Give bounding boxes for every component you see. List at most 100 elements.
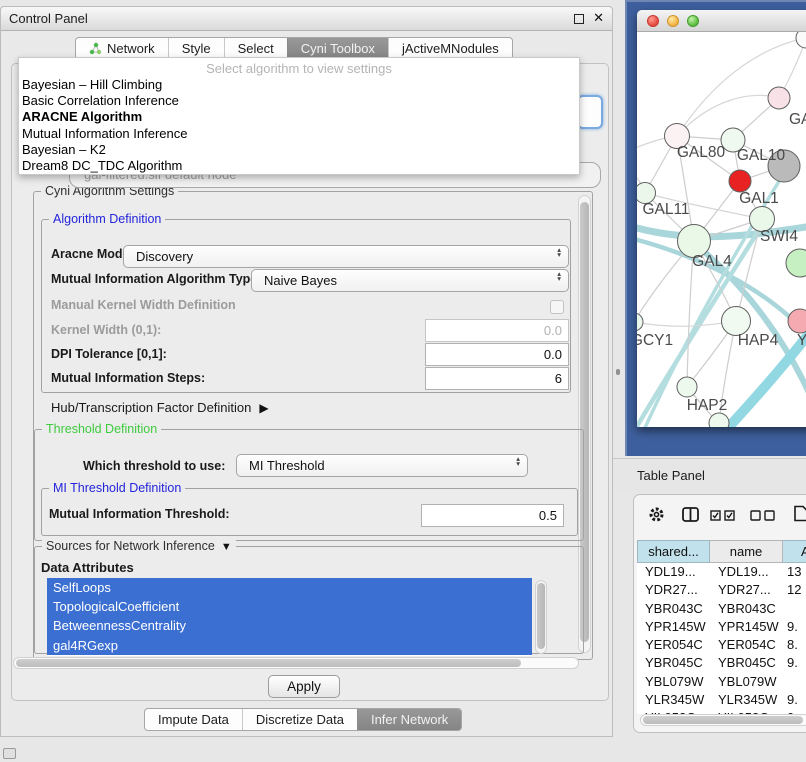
algorithm-popup-item[interactable]: Mutual Information Inference [19, 126, 579, 142]
data-attribute-item[interactable]: gal4RGexp [47, 636, 532, 655]
zoom-traffic-light-icon[interactable] [687, 15, 699, 27]
node-table-rows[interactable]: YDL19...YDL19...13YDR27...YDR27...12YBR0… [637, 563, 806, 714]
network-window-titlebar[interactable] [637, 10, 806, 32]
settings-hscrollbar[interactable] [13, 657, 579, 669]
algorithm-popup-item[interactable]: Bayesian – K2 [19, 142, 579, 158]
control-panel-titlebar[interactable]: Control Panel ✕ [1, 7, 612, 31]
show-columns-icon[interactable] [681, 506, 700, 526]
network-node[interactable] [796, 32, 806, 48]
table-row[interactable]: YBR043CYBR043C [637, 600, 806, 618]
table-cell[interactable]: 9. [783, 691, 806, 709]
sources-group-title[interactable]: Sources for Network Inference▼ [42, 539, 236, 553]
algorithm-popup-item[interactable]: Bayesian – Hill Climbing [19, 77, 579, 93]
table-cell[interactable] [783, 600, 806, 618]
table-cell[interactable]: YLR345W [710, 691, 783, 709]
inference-algorithm-combo-fragment[interactable] [577, 95, 603, 129]
table-cell[interactable]: YDR27... [637, 581, 710, 599]
table-row[interactable]: YLR345WYLR345W9. [637, 691, 806, 709]
table-row[interactable]: YBL079WYBL079W [637, 673, 806, 691]
table-cell[interactable]: YBR043C [637, 600, 710, 618]
table-cell[interactable]: 9. [783, 654, 806, 672]
manual-kernel-checkbox[interactable] [550, 300, 564, 314]
kernel-width-field[interactable]: 0.0 [425, 319, 569, 342]
algorithm-popup-item[interactable]: Dream8 DC_TDC Algorithm [19, 158, 579, 174]
table-cell[interactable]: YBL079W [637, 673, 710, 691]
table-row[interactable]: YPR145WYPR145W9. [637, 618, 806, 636]
table-cell[interactable]: YLR345W [637, 691, 710, 709]
network-canvas[interactable]: GALGAL80GAL10GAL1GAL11SWI4GAL4GCY1HAP4YH… [637, 32, 806, 427]
minimize-traffic-light-icon[interactable] [667, 15, 679, 27]
table-cell[interactable]: YBR043C [710, 600, 783, 618]
apply-button[interactable]: Apply [268, 675, 340, 698]
data-attributes-list[interactable]: SelfLoopsTopologicalCoefficientBetweenne… [47, 578, 532, 656]
tab-jactivemnodules[interactable]: jActiveMNodules [388, 38, 512, 59]
minimized-panel-icon[interactable] [3, 748, 16, 759]
table-cell[interactable]: YPR145W [710, 618, 783, 636]
tab-select[interactable]: Select [224, 38, 287, 59]
table-row[interactable]: YDL19...YDL19...13 [637, 563, 806, 581]
table-cell[interactable]: YDL19... [637, 563, 710, 581]
algorithm-popup-header: Select algorithm to view settings [19, 58, 579, 77]
table-cell[interactable]: YER054C [637, 636, 710, 654]
network-node[interactable] [637, 313, 643, 331]
table-row[interactable]: YBR045CYBR045C9. [637, 654, 806, 672]
close-icon[interactable]: ✕ [593, 10, 604, 26]
dpi-tolerance-field[interactable]: 0.0 [425, 343, 569, 366]
tab-cyni-toolbox[interactable]: Cyni Toolbox [287, 38, 388, 59]
select-all-checkboxes-icon[interactable] [710, 510, 737, 525]
network-node[interactable] [677, 377, 697, 397]
tab-infer-network[interactable]: Infer Network [357, 709, 461, 730]
table-cell[interactable]: YBR045C [710, 654, 783, 672]
deselect-all-checkboxes-icon[interactable] [750, 510, 777, 525]
table-cell[interactable]: YPR145W [637, 618, 710, 636]
tab-discretize-data[interactable]: Discretize Data [242, 709, 357, 730]
table-settings-gear-icon[interactable] [648, 506, 665, 526]
aracne-mode-combo[interactable]: Discovery ▴▾ [123, 245, 569, 268]
which-threshold-combo[interactable]: MI Threshold ▴▾ [236, 454, 528, 477]
table-cell[interactable]: YBL079W [710, 673, 783, 691]
mi-threshold-field[interactable]: 0.5 [421, 504, 564, 527]
table-hscrollbar[interactable] [640, 714, 806, 726]
data-attribute-item[interactable]: TopologicalCoefficient [47, 597, 532, 616]
column-header-name[interactable]: name [710, 540, 783, 563]
data-attribute-item[interactable]: SelfLoops [47, 578, 532, 597]
export-table-icon[interactable] [793, 505, 806, 525]
hub-tf-definition-toggle[interactable]: Hub/Transcription Factor Definition▶ [51, 400, 269, 415]
mi-type-combo[interactable]: Naive Bayes ▴▾ [251, 269, 569, 292]
column-header-shared-name[interactable]: shared... [637, 540, 710, 563]
table-cell[interactable]: 12 [783, 581, 806, 599]
settings-hscrollbar-thumb[interactable] [16, 659, 521, 667]
table-cell[interactable]: 9. [783, 618, 806, 636]
collapsed-arrow-icon[interactable]: ▶ [259, 401, 268, 415]
close-traffic-light-icon[interactable] [647, 15, 659, 27]
table-row[interactable]: YDR27...YDR27...12 [637, 581, 806, 599]
tab-impute-data[interactable]: Impute Data [145, 709, 242, 730]
mi-steps-field[interactable]: 6 [425, 367, 569, 390]
data-attribute-item[interactable]: BetweennessCentrality [47, 616, 532, 635]
table-cell[interactable]: YDL19... [710, 563, 783, 581]
column-header-clipped[interactable]: A [783, 540, 806, 563]
table-cell[interactable] [783, 673, 806, 691]
table-hscrollbar-thumb[interactable] [643, 716, 803, 724]
float-window-icon[interactable] [574, 14, 584, 24]
tab-network[interactable]: Network [76, 38, 168, 59]
expanded-arrow-icon[interactable]: ▼ [221, 541, 232, 553]
network-node[interactable] [786, 249, 806, 277]
table-row[interactable]: YER054CYER054C8. [637, 636, 806, 654]
attributes-scrollbar-thumb[interactable] [537, 583, 545, 649]
network-node[interactable] [709, 413, 729, 427]
panel-divider-grip[interactable] [616, 369, 620, 375]
network-node[interactable] [729, 170, 751, 192]
table-cell[interactable]: YDR27... [710, 581, 783, 599]
table-cell[interactable]: 8. [783, 636, 806, 654]
tab-style[interactable]: Style [168, 38, 224, 59]
table-cell[interactable]: YER054C [710, 636, 783, 654]
network-edge[interactable] [677, 38, 806, 136]
network-node[interactable] [768, 87, 790, 109]
algorithm-popup-item[interactable]: Basic Correlation Inference [19, 93, 579, 109]
attributes-scrollbar[interactable] [535, 580, 547, 654]
table-cell[interactable]: YBR045C [637, 654, 710, 672]
network-node[interactable] [788, 309, 806, 333]
table-cell[interactable]: 13 [783, 563, 806, 581]
algorithm-popup-item[interactable]: ARACNE Algorithm [19, 109, 579, 125]
